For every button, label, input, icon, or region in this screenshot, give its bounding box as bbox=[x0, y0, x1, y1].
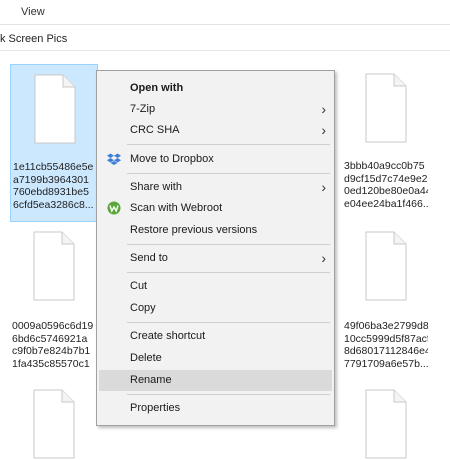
menu-item-label: Cut bbox=[130, 280, 148, 292]
chevron-right-icon: › bbox=[321, 250, 326, 266]
blank-document-icon bbox=[365, 231, 407, 301]
menu-item-open-with[interactable]: Open with bbox=[97, 78, 334, 99]
blank-document-icon bbox=[34, 74, 76, 144]
menu-item-label: Copy bbox=[130, 302, 156, 314]
breadcrumb[interactable]: k Screen Pics bbox=[0, 33, 67, 45]
menu-item-label: Restore previous versions bbox=[130, 224, 258, 236]
file-name: 1e11cb55486e5e a7199b3964301 760ebd8931b… bbox=[13, 161, 94, 211]
menu-item-restore-previous-versions[interactable]: Restore previous versions bbox=[97, 220, 334, 241]
menu-item-share-with[interactable]: Share with › bbox=[97, 177, 334, 198]
menu-item-create-shortcut[interactable]: Create shortcut bbox=[97, 326, 334, 347]
menu-item-label: Create shortcut bbox=[130, 330, 206, 342]
menu-separator bbox=[127, 144, 330, 145]
menu-item-send-to[interactable]: Send to › bbox=[97, 248, 334, 269]
menu-item-move-to-dropbox[interactable]: Move to Dropbox bbox=[97, 149, 334, 170]
file-item[interactable] bbox=[342, 384, 430, 459]
tab-view[interactable]: View bbox=[21, 6, 45, 18]
chevron-right-icon: › bbox=[321, 122, 326, 138]
blank-document-icon bbox=[365, 73, 407, 143]
menu-item-copy[interactable]: Copy bbox=[97, 298, 334, 319]
chevron-right-icon: › bbox=[321, 179, 326, 195]
blank-document-icon bbox=[365, 389, 407, 459]
menu-item-label: Delete bbox=[130, 352, 162, 364]
menu-item-label: Properties bbox=[130, 402, 181, 414]
webroot-icon bbox=[107, 201, 121, 215]
menu-separator bbox=[127, 272, 330, 273]
menu-item-rename[interactable]: Rename bbox=[99, 370, 332, 391]
menu-item-label: Scan with Webroot bbox=[130, 202, 223, 214]
menu-item-scan-with-webroot[interactable]: Scan with Webroot bbox=[97, 198, 334, 219]
menu-item-cut[interactable]: Cut bbox=[97, 276, 334, 297]
file-item[interactable]: 1e11cb55486e5e a7199b3964301 760ebd8931b… bbox=[10, 64, 98, 222]
menu-item-label: CRC SHA bbox=[130, 124, 180, 136]
ribbon: View bbox=[0, 0, 450, 25]
menu-item-label: Open with bbox=[130, 82, 184, 94]
file-name: 3bbb40a9cc0b75 d9cf15d7c74e9e2 0ed120be8… bbox=[344, 160, 428, 210]
menu-item-label: Rename bbox=[130, 374, 172, 386]
dropbox-icon bbox=[107, 153, 121, 165]
file-item[interactable]: 0009a0596c6d19 6bd6c5746921a c9f0b7e824b… bbox=[10, 226, 98, 382]
blank-document-icon bbox=[33, 231, 75, 301]
menu-item-label: 7-Zip bbox=[130, 103, 156, 115]
context-menu: Open with 7-Zip › CRC SHA › Move to Drop… bbox=[96, 70, 335, 426]
menu-item-delete[interactable]: Delete bbox=[97, 348, 334, 369]
file-item[interactable]: 3bbb40a9cc0b75 d9cf15d7c74e9e2 0ed120be8… bbox=[342, 64, 430, 222]
chevron-right-icon: › bbox=[321, 101, 326, 117]
menu-separator bbox=[127, 173, 330, 174]
file-name: 49f06ba3e2799d8 10cc5999d5f87acf 8d68017… bbox=[344, 320, 428, 370]
menu-separator bbox=[127, 394, 330, 395]
file-item[interactable] bbox=[10, 384, 98, 459]
menu-item-label: Share with bbox=[130, 181, 182, 193]
menu-item-crc-sha[interactable]: CRC SHA › bbox=[97, 120, 334, 141]
menu-item-label: Move to Dropbox bbox=[130, 153, 214, 165]
menu-item-properties[interactable]: Properties bbox=[97, 398, 334, 419]
file-item[interactable]: 49f06ba3e2799d8 10cc5999d5f87acf 8d68017… bbox=[342, 226, 430, 382]
address-bar[interactable]: k Screen Pics bbox=[0, 28, 450, 51]
menu-item-7zip[interactable]: 7-Zip › bbox=[97, 99, 334, 120]
blank-document-icon bbox=[33, 389, 75, 459]
menu-separator bbox=[127, 244, 330, 245]
menu-separator bbox=[127, 322, 330, 323]
menu-item-label: Send to bbox=[130, 252, 168, 264]
file-name: 0009a0596c6d19 6bd6c5746921a c9f0b7e824b… bbox=[12, 320, 94, 370]
